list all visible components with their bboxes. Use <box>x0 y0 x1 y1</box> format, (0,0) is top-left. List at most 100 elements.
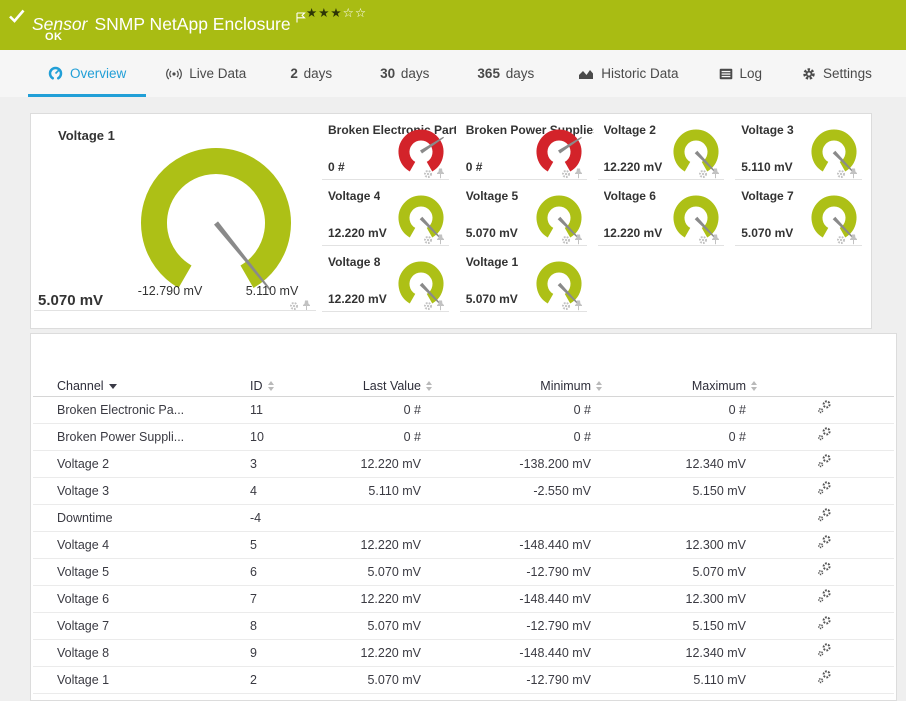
table-row[interactable]: Voltage 6 7 12.220 mV -148.440 mV 12.300 mV <box>33 586 894 613</box>
tab-historic-data[interactable]: Historic Data <box>558 50 698 97</box>
table-row[interactable]: Downtime -4 <box>33 505 894 532</box>
gear-icon[interactable] <box>423 298 433 316</box>
gauge-cell-voltage-7[interactable]: Voltage 7 5.070 mV <box>733 180 871 246</box>
pin-icon[interactable] <box>711 232 720 250</box>
gauge-actions <box>423 298 445 316</box>
gauge-cell-voltage-8[interactable]: Voltage 8 12.220 mV <box>320 246 458 312</box>
cell-channel[interactable]: Voltage 5 <box>33 559 250 585</box>
cell-channel[interactable]: Voltage 1 <box>33 667 250 693</box>
star-empty-icon[interactable]: ☆☆ <box>343 6 367 20</box>
gear-icon[interactable] <box>561 298 571 316</box>
channel-settings-icon[interactable] <box>817 397 833 423</box>
tab-label: 365 days <box>477 66 535 81</box>
settings-gear-icon <box>802 67 816 81</box>
page-title: Sensor SNMP NetApp Enclosure <box>32 7 306 35</box>
tab-settings[interactable]: Settings <box>782 50 892 97</box>
gauge-title: Voltage 4 <box>328 189 381 203</box>
channel-settings-icon[interactable] <box>817 559 833 585</box>
gauge-title: Voltage 7 <box>741 189 794 203</box>
sort-desc-icon[interactable] <box>108 383 117 389</box>
sensor-name: SNMP NetApp Enclosure <box>94 13 291 34</box>
tab-365-days[interactable]: 365 days <box>453 50 558 97</box>
historic-chart-icon <box>578 67 594 80</box>
cell-minimum: -12.790 mV <box>526 619 591 633</box>
column-header-id[interactable]: ID <box>250 379 336 393</box>
cell-maximum: 0 # <box>728 403 746 417</box>
channel-settings-icon[interactable] <box>817 424 833 450</box>
cell-channel[interactable]: Voltage 3 <box>33 478 250 504</box>
table-row[interactable]: Broken Electronic Pa... 11 0 # 0 # 0 # <box>33 397 894 424</box>
gauge-cell-broken-power-supplies[interactable]: Broken Power Supplies 0 # <box>458 114 596 180</box>
star-filled-icon[interactable]: ★★★ <box>306 6 343 20</box>
channel-settings-icon[interactable] <box>817 505 833 531</box>
cell-channel[interactable]: Downtime <box>33 505 250 531</box>
table-row[interactable]: Voltage 4 5 12.220 mV -148.440 mV 12.300 mV <box>33 532 894 559</box>
channel-settings-icon[interactable] <box>817 586 833 612</box>
gauge-cell-voltage-5[interactable]: Voltage 5 5.070 mV <box>458 180 596 246</box>
cell-last-value: 12.220 mV <box>360 457 421 471</box>
gear-icon[interactable] <box>836 232 846 250</box>
channel-settings-icon[interactable] <box>817 478 833 504</box>
tab-2-days[interactable]: 2 days <box>266 50 356 97</box>
primary-gauge[interactable] <box>134 137 304 302</box>
divider <box>735 245 862 246</box>
channel-settings-icon[interactable] <box>817 451 833 477</box>
tab-label: 30 days <box>380 66 430 81</box>
gauge-cell-voltage-2[interactable]: Voltage 2 12.220 mV <box>596 114 734 180</box>
column-header-last-value[interactable]: Last Value <box>336 379 432 393</box>
column-header-minimum[interactable]: Minimum <box>421 379 602 393</box>
cell-id: 10 <box>250 430 264 444</box>
tab-label: Log <box>739 66 763 81</box>
tab-label: Historic Data <box>601 66 679 81</box>
cell-maximum: 5.150 mV <box>692 619 746 633</box>
channel-settings-icon[interactable] <box>817 667 833 693</box>
table-row[interactable]: Voltage 8 9 12.220 mV -148.440 mV 12.340 mV <box>33 640 894 667</box>
cell-channel[interactable]: Voltage 6 <box>33 586 250 612</box>
gauge-cell-voltage-6[interactable]: Voltage 6 12.220 mV <box>596 180 734 246</box>
tab-live-data[interactable]: Live Data <box>146 50 266 97</box>
gauge-value: 12.220 mV <box>603 226 663 240</box>
primary-gauge-max-label: 5.110 mV <box>245 284 299 298</box>
channel-settings-icon[interactable] <box>817 532 833 558</box>
column-header-channel[interactable]: Channel <box>33 379 250 393</box>
pin-icon[interactable] <box>436 298 445 316</box>
cell-minimum: -148.440 mV <box>519 538 591 552</box>
table-row[interactable]: Broken Power Suppli... 10 0 # 0 # 0 # <box>33 424 894 451</box>
channel-settings-icon[interactable] <box>817 640 833 666</box>
cell-channel[interactable]: Voltage 4 <box>33 532 250 558</box>
tab-overview[interactable]: Overview <box>28 50 147 97</box>
cell-last-value: 12.220 mV <box>360 592 421 606</box>
gear-icon[interactable] <box>698 232 708 250</box>
table-row[interactable]: Voltage 5 6 5.070 mV -12.790 mV 5.070 mV <box>33 559 894 586</box>
flag-icon[interactable] <box>296 7 306 28</box>
gear-icon[interactable] <box>289 298 299 316</box>
cell-channel[interactable]: Voltage 2 <box>33 451 250 477</box>
tab-bar: Overview Live Data 2 days 30 days 365 days Hi… <box>0 50 906 97</box>
cell-minimum: -148.440 mV <box>519 646 591 660</box>
column-label: ID <box>250 379 263 393</box>
table-row[interactable]: Voltage 3 4 5.110 mV -2.550 mV 5.150 mV <box>33 478 894 505</box>
cell-channel[interactable]: Broken Power Suppli... <box>33 424 250 450</box>
table-row[interactable]: Voltage 2 3 12.220 mV -138.200 mV 12.340 mV <box>33 451 894 478</box>
table-row[interactable]: Voltage 7 8 5.070 mV -12.790 mV 5.150 mV <box>33 613 894 640</box>
cell-channel[interactable]: Voltage 7 <box>33 613 250 639</box>
priority-stars[interactable]: ★★★☆☆ <box>306 5 367 20</box>
pin-icon[interactable] <box>574 298 583 316</box>
gauge-value: 5.070 mV <box>465 292 518 306</box>
gauge-value: 12.220 mV <box>603 160 663 174</box>
sort-icon[interactable] <box>751 381 757 391</box>
gauge-cell-voltage-1[interactable]: Voltage 1 5.070 mV <box>458 246 596 312</box>
tab-log[interactable]: Log <box>699 50 783 97</box>
gauge-cell-voltage-3[interactable]: Voltage 3 5.110 mV <box>733 114 871 180</box>
sort-icon[interactable] <box>267 381 274 391</box>
table-row[interactable]: Voltage 1 2 5.070 mV -12.790 mV 5.110 mV <box>33 667 894 694</box>
column-header-maximum[interactable]: Maximum <box>591 379 757 393</box>
cell-channel[interactable]: Voltage 8 <box>33 640 250 666</box>
gauge-cell-broken-electronic-parts[interactable]: Broken Electronic Parts 0 # <box>320 114 458 180</box>
channel-settings-icon[interactable] <box>817 613 833 639</box>
pin-icon[interactable] <box>302 298 311 316</box>
pin-icon[interactable] <box>849 232 858 250</box>
gauge-cell-voltage-4[interactable]: Voltage 4 12.220 mV <box>320 180 458 246</box>
tab-30-days[interactable]: 30 days <box>356 50 453 97</box>
cell-channel[interactable]: Broken Electronic Pa... <box>33 397 250 423</box>
